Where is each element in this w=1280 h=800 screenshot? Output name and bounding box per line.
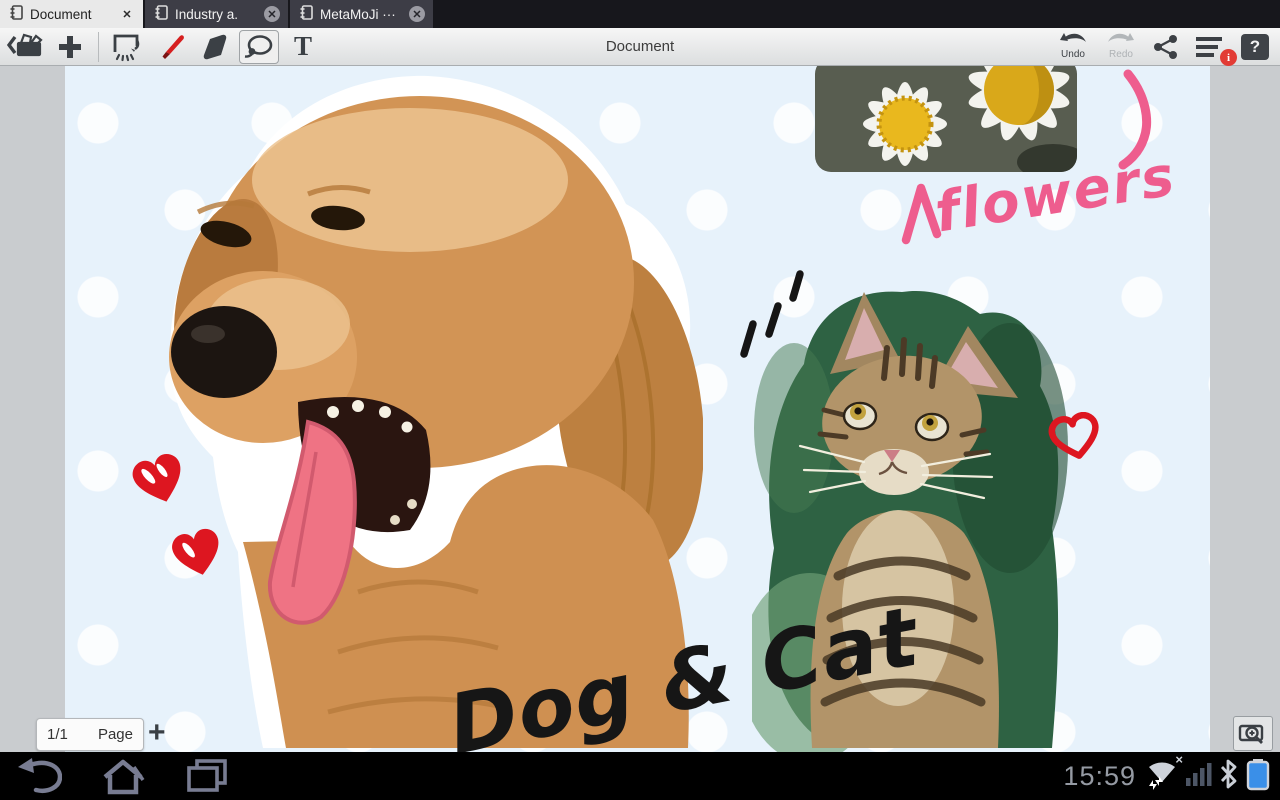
page-indicator[interactable]: 1/1 Page	[36, 718, 144, 751]
page-label: Page	[97, 726, 133, 743]
daisy-photo[interactable]	[813, 66, 1081, 174]
text-tool-icon: T	[293, 31, 312, 61]
wifi-x-badge: ×	[1175, 751, 1183, 767]
back-to-library-button[interactable]	[6, 30, 46, 64]
close-tab-icon[interactable]: ✕	[409, 6, 425, 22]
notebook-icon	[10, 5, 23, 23]
share-icon	[1154, 35, 1177, 59]
nav-back-button[interactable]	[16, 755, 62, 797]
zoom-magnifier-icon	[1238, 724, 1264, 744]
add-page-button[interactable]: +	[148, 716, 166, 750]
pen-icon	[162, 34, 184, 59]
lasso-tool-button[interactable]	[239, 29, 279, 64]
lasso-icon	[244, 34, 273, 58]
page-number: 1/1	[47, 726, 68, 743]
red-hearts[interactable]	[118, 444, 228, 644]
tab-label: Industry a.	[175, 6, 239, 22]
recents-nav-icon	[187, 759, 227, 792]
redo-button[interactable]: Redo	[1100, 30, 1142, 64]
bluetooth-icon	[1219, 759, 1239, 794]
toolbar-separator	[98, 31, 99, 62]
info-badge: i	[1220, 49, 1237, 66]
tab-industry[interactable]: Industry a. ✕	[145, 0, 288, 28]
nav-recents-button[interactable]	[184, 755, 230, 797]
notebook-icon	[155, 5, 168, 23]
help-button[interactable]: ?	[1236, 30, 1274, 64]
status-clock: 15:59	[1063, 760, 1136, 791]
canvas-area: flowers Dog & Cat 1/1 Page +	[0, 66, 1280, 752]
tab-bar: Document ✕ Industry a. ✕ MetaMoJi ··· ✕	[0, 0, 1280, 28]
text-tool-button[interactable]: T	[283, 30, 323, 64]
toolbar: Document T Undo Redo i ?	[0, 28, 1280, 66]
help-icon: ?	[1241, 34, 1269, 60]
android-system-bar: 15:59 ×	[0, 752, 1280, 800]
undo-button[interactable]: Undo	[1052, 30, 1094, 64]
heart-outline[interactable]	[1042, 412, 1110, 480]
back-nav-icon	[18, 758, 62, 793]
add-item-button[interactable]	[50, 30, 90, 64]
home-nav-icon	[103, 759, 145, 795]
signal-bars-icon	[1186, 760, 1212, 793]
tab-label: MetaMoJi ···	[320, 6, 396, 22]
back-pages-icon	[7, 33, 43, 56]
eraser-icon	[203, 34, 227, 59]
battery-icon	[1246, 757, 1270, 796]
nav-home-button[interactable]	[100, 755, 146, 797]
share-button[interactable]	[1148, 30, 1184, 64]
accent-dashes[interactable]	[730, 262, 815, 362]
zoom-button[interactable]	[1233, 716, 1273, 751]
pen-tool-button[interactable]	[151, 30, 191, 64]
tab-metamoji[interactable]: MetaMoJi ··· ✕	[290, 0, 433, 28]
snapshot-icon	[113, 34, 140, 61]
metamoji-note-app: Document ✕ Industry a. ✕ MetaMoJi ··· ✕ …	[0, 0, 1280, 800]
eraser-tool-button[interactable]	[195, 30, 235, 64]
tab-label: Document	[30, 6, 92, 22]
plus-icon	[59, 35, 81, 58]
close-tab-icon[interactable]: ✕	[264, 6, 280, 22]
close-tab-icon[interactable]: ✕	[119, 6, 135, 22]
tab-document[interactable]: Document ✕	[0, 0, 143, 28]
wifi-icon: ×	[1145, 752, 1183, 795]
notebook-icon	[300, 5, 313, 23]
snapshot-tool-button[interactable]	[107, 30, 147, 64]
menu-button[interactable]: i	[1190, 30, 1237, 66]
